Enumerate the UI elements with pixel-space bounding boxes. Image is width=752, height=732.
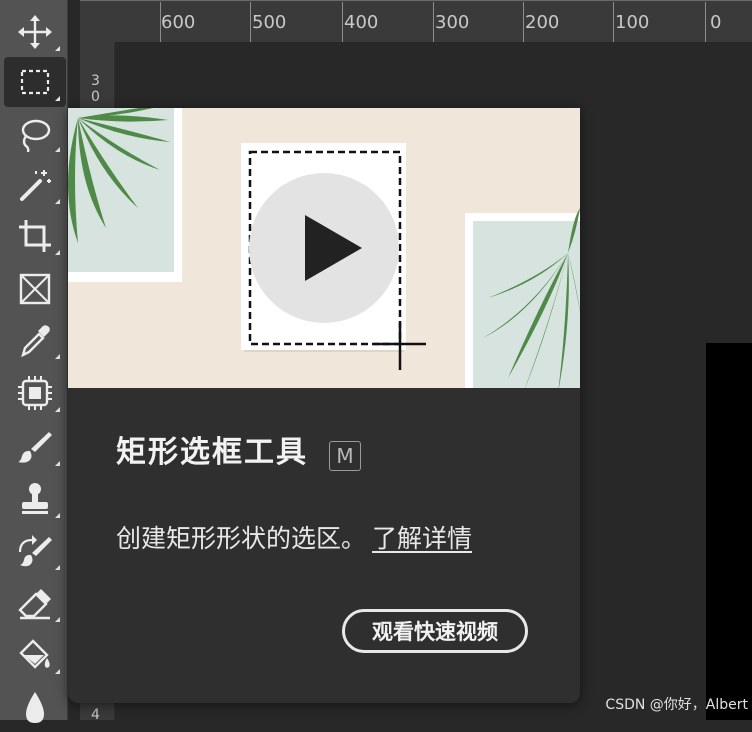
ruler-edge [80, 0, 752, 1]
preview-illustration [68, 108, 580, 388]
ruler-label-400: 400 [344, 12, 379, 33]
ruler-label-500: 500 [252, 12, 287, 33]
ruler-label-0: 0 [710, 12, 722, 33]
tool-group-indicator [55, 407, 60, 412]
brush-tool[interactable] [4, 422, 66, 472]
ruler-label-vertical: 3 [91, 73, 100, 89]
blur-tool[interactable] [4, 682, 66, 732]
tooltip-title: 矩形选框工具 [116, 435, 308, 470]
tool-group-indicator [55, 354, 60, 359]
ruler-label-200: 200 [525, 12, 560, 33]
rectangular-marquee-tool[interactable] [4, 57, 66, 107]
rich-tooltip: 矩形选框工具 M 创建矩形形状的选区。 了解详情 观看快速视频 [68, 108, 580, 703]
tools-panel [0, 0, 68, 723]
ruler-tick [342, 2, 343, 42]
tool-group-indicator [55, 147, 60, 152]
ruler-tick [613, 2, 614, 42]
shortcut-badge: M [329, 441, 361, 471]
leaf-frame-right [465, 208, 580, 388]
ruler-tick [250, 2, 251, 42]
frame-icon [19, 273, 51, 305]
spot-healing-tool[interactable] [4, 368, 66, 418]
magic-wand-tool[interactable] [4, 160, 66, 210]
tool-group-indicator [55, 565, 60, 570]
lasso-tool[interactable] [4, 108, 66, 158]
tool-preview-animation[interactable] [68, 108, 580, 388]
description-text: 创建矩形形状的选区。 [116, 524, 367, 553]
history-brush-tool[interactable] [4, 526, 66, 576]
move-icon [18, 15, 52, 49]
clone-stamp-tool[interactable] [4, 474, 66, 524]
tool-group-indicator [55, 617, 60, 622]
eraser-tool[interactable] [4, 578, 66, 628]
tool-group-indicator [55, 669, 60, 674]
move-tool[interactable] [4, 7, 66, 57]
tool-group-indicator [55, 513, 60, 518]
tool-group-indicator [55, 461, 60, 466]
eyedropper-tool[interactable] [4, 315, 66, 365]
horizontal-ruler[interactable]: 600 500 400 300 200 100 0 [80, 0, 752, 42]
ruler-tick [705, 2, 706, 42]
tool-group-indicator [55, 250, 60, 255]
blur-drop-icon [26, 692, 44, 723]
tooltip-description: 创建矩形形状的选区。 了解详情 [116, 526, 472, 551]
crop-tool[interactable] [4, 211, 66, 261]
leaf-frame-left [68, 108, 182, 282]
document-canvas[interactable] [706, 343, 752, 720]
brush-icon [18, 432, 52, 463]
lasso-icon [21, 119, 51, 152]
eraser-icon [18, 589, 51, 620]
watermark-text: CSDN @你好，Albert [605, 697, 748, 713]
tool-group-indicator [55, 199, 60, 204]
ruler-label-300: 300 [435, 12, 470, 33]
play-button [249, 173, 399, 323]
healing-icon [18, 376, 52, 410]
ruler-label-vertical: 0 [91, 89, 100, 105]
paint-bucket-icon [19, 639, 50, 669]
eyedropper-icon [21, 325, 50, 358]
watch-video-button[interactable]: 观看快速视频 [342, 609, 528, 653]
magic-wand-icon [20, 170, 51, 201]
history-brush-icon [18, 535, 52, 567]
ruler-label-100: 100 [615, 12, 650, 33]
frame-tool[interactable] [4, 264, 66, 314]
stamp-icon [22, 483, 48, 514]
tool-group-indicator [55, 46, 60, 51]
ruler-tick [523, 2, 524, 42]
marquee-icon [20, 69, 50, 95]
learn-more-link[interactable]: 了解详情 [372, 524, 472, 553]
ruler-tick [433, 2, 434, 42]
paint-bucket-tool[interactable] [4, 630, 66, 680]
crop-icon [19, 220, 51, 252]
tool-group-indicator [55, 96, 60, 101]
ruler-label-600: 600 [161, 12, 196, 33]
